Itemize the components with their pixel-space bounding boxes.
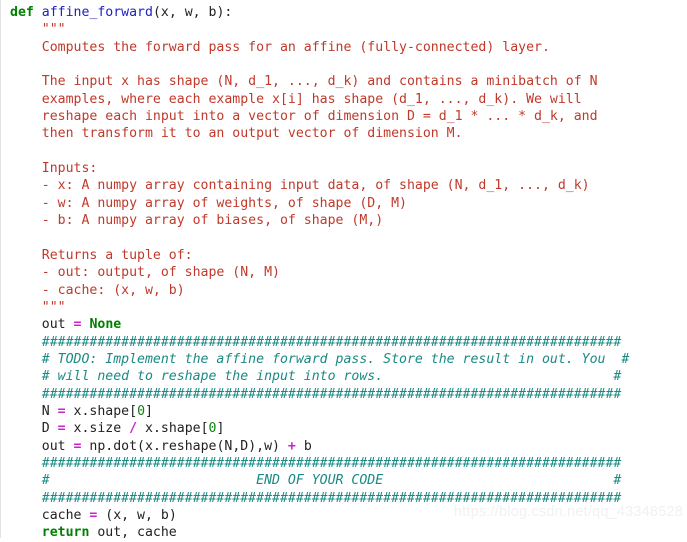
code-line: out = np.dot(x.reshape(N,D),w) + b [1,438,687,455]
code-lines-container: def affine_forward(x, w, b): """ Compute… [1,4,687,542]
code-token-comment: # will need to reshape the input into ro… [10,369,622,385]
code-line: ########################################… [1,386,687,403]
code-token-string: The input x has shape (N, d_1, ..., d_k)… [10,74,598,90]
code-line: # TODO: Implement the affine forward pas… [1,351,687,368]
code-token-plain: np.dot(x.reshape(N,D),w) [81,438,288,454]
code-token-string: examples, where each example x[i] has sh… [10,91,582,107]
code-token-string: Computes the forward pass for an affine … [10,39,550,55]
code-listing: def affine_forward(x, w, b): """ Compute… [0,0,687,540]
code-line: cache = (x, w, b) [1,507,687,524]
code-line: ########################################… [1,490,687,507]
code-token-plain: ] [216,421,225,437]
code-token-plain: D [10,421,58,437]
code-token-comment: ########################################… [10,386,622,402]
code-line: - out: output, of shape (N, M) [1,264,687,281]
code-token-plain: out [10,317,74,333]
code-token-string: reshape each input into a vector of dime… [10,109,598,125]
code-token-string: - w: A numpy array of weights, of shape … [10,195,407,211]
code-token-comment: # END OF YOUR CODE # [10,473,622,489]
code-token-operator: / [129,421,138,437]
code-line: examples, where each example x[i] has sh… [1,91,687,108]
code-line: The input x has shape (N, d_1, ..., d_k)… [1,73,687,90]
code-token-plain: (x, w, b): [152,5,233,20]
code-line: D = x.size / x.shape[0] [1,420,687,437]
code-token-const: None [89,317,122,333]
code-line: # will need to reshape the input into ro… [1,368,687,385]
code-line: N = x.shape[0] [1,403,687,420]
code-line: - b: A numpy array of biases, of shape (… [1,212,687,229]
code-token-plain: b [295,438,312,454]
code-line: Computes the forward pass for an affine … [1,39,687,56]
code-line: """ [1,21,687,38]
code-token-string: """ [10,299,66,315]
code-line: # END OF YOUR CODE # [1,472,687,489]
code-token-comment: # TODO: Implement the affine forward pas… [10,351,630,367]
code-line: then transform it to an output vector of… [1,125,687,142]
code-token-keyword: return [41,525,90,541]
code-line: out = None [1,316,687,333]
code-line: ########################################… [1,455,687,472]
code-line: - cache: (x, w, b) [1,282,687,299]
code-token-plain: out, cache [89,525,177,541]
code-token-plain: cache [10,507,90,523]
code-token-string: - out: output, of shape (N, M) [10,265,280,281]
code-line: Returns a tuple of: [1,247,687,264]
code-line: """ [1,299,687,316]
code-token-string: Inputs: [10,161,98,177]
code-token-operator: + [287,438,296,454]
code-line: def affine_forward(x, w, b): [1,4,687,21]
code-line: - x: A numpy array containing input data… [1,177,687,194]
code-token-string: - x: A numpy array containing input data… [10,178,590,194]
code-token-keyword: def [10,5,34,20]
code-line: ########################################… [1,334,687,351]
code-token-number: 0 [137,403,146,419]
code-token-operator: = [57,421,66,437]
code-token-plain: N [10,403,58,419]
code-token-plain: x.shape[ [65,403,138,419]
code-token-string: Returns a tuple of: [10,247,193,263]
code-token-plain: (x, w, b) [97,507,177,523]
code-token-plain: x.size [65,421,130,437]
code-token-comment: ########################################… [10,490,622,506]
code-token-plain: out [10,438,74,454]
code-token-string: - b: A numpy array of biases, of shape (… [10,213,384,229]
code-token-string: - cache: (x, w, b) [10,282,185,298]
code-token-funcname: affine_forward [41,5,153,20]
code-line: - w: A numpy array of weights, of shape … [1,195,687,212]
code-line: Inputs: [1,160,687,177]
code-line: reshape each input into a vector of dime… [1,108,687,125]
code-token-string: then transform it to an output vector of… [10,126,463,142]
code-token-comment: ########################################… [10,455,622,471]
code-token-plain: ] [145,403,153,419]
code-token-number: 0 [208,421,217,437]
code-token-plain: x.shape[ [137,421,209,437]
code-token-comment: ########################################… [10,334,622,350]
code-token-operator: = [57,403,66,419]
code-token-string: """ [10,22,66,38]
code-line: return out, cache [1,524,687,541]
